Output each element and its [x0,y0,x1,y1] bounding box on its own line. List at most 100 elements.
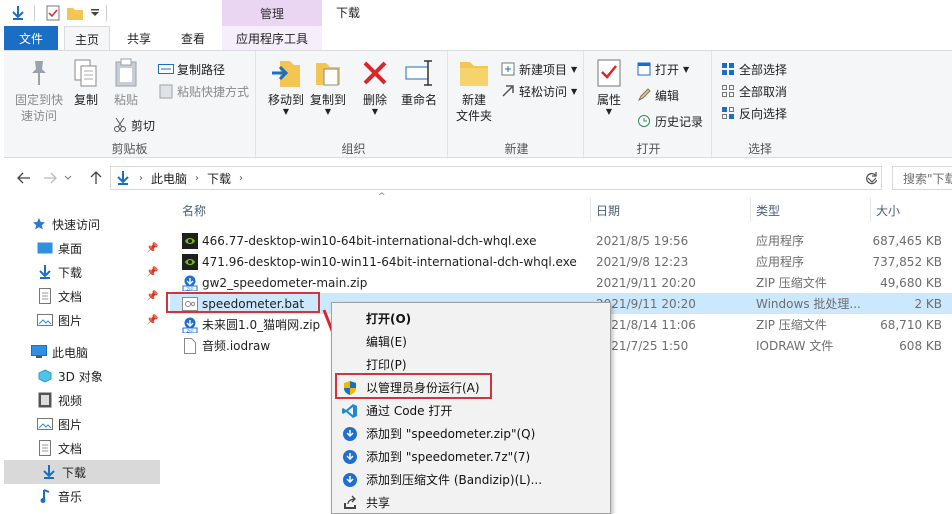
rename-label: 重命名 [400,93,437,107]
breadcrumb-separator: › [139,172,143,184]
paste-shortcut-button[interactable]: 粘贴快捷方式 [158,81,249,101]
column-header-date[interactable]: 日期 [596,198,620,222]
refresh-icon[interactable] [864,170,880,186]
music-note-icon [36,488,54,504]
nav-item-pc-pictures[interactable]: 图片 [0,412,162,436]
context-menu-item[interactable]: 通过 Code 打开 [332,399,610,422]
nav-item-desktop[interactable]: 桌面 📌 [0,236,162,260]
forward-arrow-icon[interactable] [40,168,60,188]
file-date: 2021/8/14 11:06 [596,317,696,332]
highlight-box [335,373,492,399]
zip-icon: ZIP [182,275,198,291]
context-menu-item[interactable]: 添加到压缩文件 (Bandizip)(L)... [332,468,610,491]
nav-this-pc-label: 此电脑 [52,345,89,360]
paste-icon [110,57,142,89]
select-group-label: 选择 [747,142,772,156]
new-item-button[interactable]: 新建项目 ▼ [500,59,577,79]
context-menu-item[interactable]: 编辑(E) [332,330,610,353]
cut-button[interactable]: 剪切 [112,115,155,135]
history-icon [636,113,652,129]
clipboard-group-label: 剪贴板 [111,142,148,156]
search-input[interactable]: 搜索"下载 [892,166,952,190]
pin-icon: 📌 [146,266,159,278]
nav-item-label: 下载 [62,465,87,480]
tab-file[interactable]: 文件 [4,26,58,50]
copy-path-label: 复制路径 [177,62,226,77]
file-size: 687,465 KB [872,233,942,248]
history-button[interactable]: 历史记录 [636,111,703,131]
easy-access-button[interactable]: 轻松访问 ▼ [500,81,577,101]
column-header-type[interactable]: 类型 [756,198,780,222]
copy-button[interactable]: 复制 [68,57,104,108]
context-menu-item-label: 添加到压缩文件 (Bandizip)(L)... [366,473,543,487]
select-none-button[interactable]: 全部取消 [720,81,787,101]
column-header-size[interactable]: 大小 [876,198,900,222]
properties-label: 属性 [596,93,621,107]
nav-item-label: 音乐 [58,489,83,504]
invert-selection-button[interactable]: 反向选择 [720,103,787,123]
back-arrow-icon[interactable] [14,168,34,188]
nav-item-pc-documents[interactable]: 文档 [0,436,162,460]
tab-share[interactable]: 共享 [116,26,162,50]
breadcrumb-this-pc[interactable]: 此电脑 [151,170,187,187]
nav-item-pictures[interactable]: 图片 📌 [0,308,162,332]
copy-path-icon [158,61,174,77]
nav-item-music[interactable]: 音乐 [0,484,162,508]
paste-shortcut-icon [158,83,174,99]
folder-icon[interactable] [66,4,84,22]
file-type: 应用程序 [756,234,805,248]
nav-this-pc[interactable]: 此电脑 [0,340,162,364]
file-name-cell: 471.96-desktop-win10-win11-64bit-interna… [182,251,582,272]
properties-button[interactable]: 属性 ▼ [592,57,626,116]
select-all-button[interactable]: 全部选择 [720,59,787,79]
chevron-down-icon: ▼ [571,64,578,74]
context-menu-item-label: 打印(P) [366,358,407,372]
copy-to-button[interactable]: 复制到 ▼ [308,57,348,116]
copy-path-button[interactable]: 复制路径 [158,59,225,79]
arrow-down-icon[interactable] [8,4,28,22]
svg-text:ZIP: ZIP [186,286,193,291]
nav-item-downloads[interactable]: 下载 📌 [0,260,162,284]
file-row[interactable]: 471.96-desktop-win10-win11-64bit-interna… [170,251,952,272]
breadcrumb-separator: › [195,172,200,184]
nav-item-pc-downloads[interactable]: 下载 [4,460,160,484]
column-header-name[interactable]: 名称 [182,198,206,222]
chevron-down-icon: ▼ [683,64,690,74]
move-to-button[interactable]: 移动到 ▼ [266,57,306,116]
pin-quick-access-button[interactable]: 固定到快 速访问 [8,57,70,124]
bandizip-icon [342,426,358,442]
breadcrumb-downloads[interactable]: 下载 [207,170,231,187]
file-row[interactable]: 466.77-desktop-win10-64bit-international… [170,230,952,251]
context-menu-item[interactable]: 打开(O) [332,307,610,330]
tab-app-tools[interactable]: 应用程序工具 [222,26,322,50]
download-arrow-icon [115,170,131,186]
context-menu-item[interactable]: 添加到 "speedometer.zip"(Q) [332,422,610,445]
new-folder-button[interactable]: 新建 文件夹 [454,57,494,124]
title-bar: 管理 下载 [0,0,952,26]
nav-item-documents[interactable]: 文档 📌 [0,284,162,308]
file-type: 应用程序 [756,255,805,269]
up-arrow-icon[interactable] [86,168,106,188]
properties-icon[interactable] [44,4,62,22]
tab-view[interactable]: 查看 [170,26,216,50]
organize-group-label: 组织 [341,142,366,156]
context-menu-item[interactable]: 添加到 "speedometer.7z"(7) [332,445,610,468]
rename-button[interactable]: 重命名 [398,57,440,108]
file-row[interactable]: ZIP gw2_speedometer-main.zip 2021/9/11 20:… [170,272,952,293]
delete-button[interactable]: 删除 ▼ [360,57,390,116]
nav-quick-access[interactable]: 快速访问 [0,212,162,236]
bandizip-icon [342,472,358,488]
nav-item-videos[interactable]: 视频 [0,388,162,412]
customize-toolbar-icon[interactable] [88,4,102,22]
nav-item-label: 视频 [58,393,83,408]
open-button[interactable]: 打开 ▼ [636,59,689,79]
context-menu-item[interactable]: 共享 [332,491,610,514]
address-bar[interactable]: › 此电脑 › 下载 › [110,166,882,190]
tab-home[interactable]: 主页 [64,26,110,51]
paste-button[interactable]: 粘贴 [108,57,144,108]
nav-item-3d-objects[interactable]: 3D 对象 [0,364,162,388]
file-name: 471.96-desktop-win10-win11-64bit-interna… [202,254,577,269]
sort-indicator-icon: ^ [378,192,386,202]
edit-button[interactable]: 编辑 [636,85,679,105]
recent-locations-icon[interactable] [62,168,74,188]
